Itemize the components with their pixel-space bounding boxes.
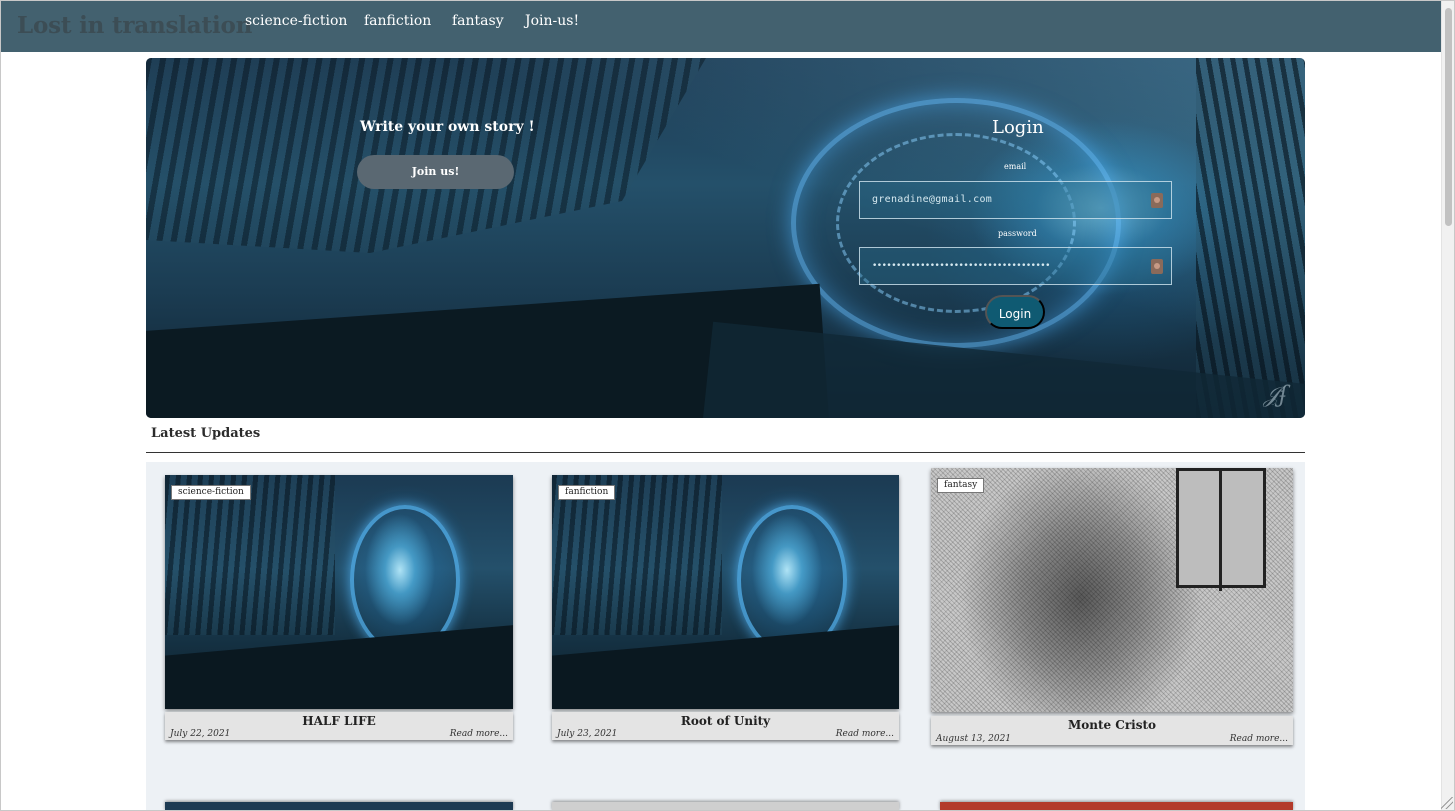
- story-title[interactable]: Root of Unity: [552, 714, 899, 728]
- nav-link-science-fiction[interactable]: science-fiction: [245, 13, 347, 29]
- hero-banner: Write your own story ! Join us! Login em…: [146, 58, 1305, 418]
- nav-link-fantasy[interactable]: fantasy: [452, 13, 504, 29]
- section-divider: [146, 452, 1305, 453]
- story-card-footer: Monte Cristo August 13, 2021 Read more..…: [931, 716, 1293, 745]
- category-tag[interactable]: science-fiction: [171, 485, 251, 500]
- password-manager-icon[interactable]: [1151, 193, 1163, 208]
- read-more-link[interactable]: Read more...: [1230, 734, 1288, 744]
- story-title[interactable]: HALF LIFE: [165, 714, 513, 728]
- story-card-image[interactable]: science-fiction: [165, 475, 513, 709]
- story-card-footer: Root of Unity July 23, 2021 Read more...: [552, 712, 899, 740]
- read-more-link[interactable]: Read more...: [836, 729, 894, 739]
- story-card-image-partial[interactable]: [940, 802, 1293, 811]
- top-navbar: Lost in translation science-fiction fanf…: [1, 0, 1441, 52]
- scrollbar-thumb[interactable]: [1445, 8, 1452, 226]
- story-card-image[interactable]: fantasy: [931, 468, 1293, 712]
- nav-link-fanfiction[interactable]: fanfiction: [364, 13, 431, 29]
- image-ground: [165, 622, 513, 709]
- resize-grip-icon[interactable]: [1441, 797, 1453, 809]
- image-ground: [552, 622, 899, 709]
- story-title[interactable]: Monte Cristo: [931, 718, 1293, 732]
- story-card-image-partial[interactable]: [552, 802, 899, 811]
- story-date: July 22, 2021: [170, 729, 231, 739]
- category-tag[interactable]: fantasy: [937, 478, 985, 493]
- password-manager-icon[interactable]: [1151, 259, 1163, 274]
- email-label: email: [1004, 162, 1027, 171]
- artist-signature-icon: 𝒥ʄ: [1263, 383, 1287, 408]
- story-card-footer: HALF LIFE July 22, 2021 Read more...: [165, 712, 513, 740]
- read-more-link[interactable]: Read more...: [450, 729, 508, 739]
- story-card-image-partial[interactable]: [165, 802, 513, 811]
- hero-portal-inner-ring: [836, 133, 1076, 313]
- login-title: Login: [992, 117, 1044, 138]
- hero-background-towers: [1196, 58, 1305, 418]
- category-tag[interactable]: fanfiction: [558, 485, 616, 500]
- hero-cta-title: Write your own story !: [360, 119, 535, 135]
- password-label: password: [998, 229, 1037, 238]
- password-field[interactable]: •••••••••••••••••••••••••••••••••••••: [859, 247, 1172, 285]
- page-scrollbar[interactable]: [1441, 0, 1455, 811]
- login-submit-button[interactable]: Login: [985, 295, 1045, 329]
- join-us-button[interactable]: Join us!: [357, 155, 514, 189]
- story-date: August 13, 2021: [936, 734, 1012, 744]
- brand-logo[interactable]: Lost in translation: [17, 12, 252, 39]
- story-card-image[interactable]: fanfiction: [552, 475, 899, 709]
- story-date: July 23, 2021: [557, 729, 618, 739]
- image-window: [1176, 468, 1266, 591]
- email-field[interactable]: grenadine@gmail.com: [859, 181, 1172, 219]
- password-value: •••••••••••••••••••••••••••••••••••••: [872, 261, 1050, 271]
- nav-link-join-us[interactable]: Join-us!: [525, 13, 579, 29]
- latest-updates-heading: Latest Updates: [151, 426, 261, 441]
- email-value: grenadine@gmail.com: [872, 194, 993, 205]
